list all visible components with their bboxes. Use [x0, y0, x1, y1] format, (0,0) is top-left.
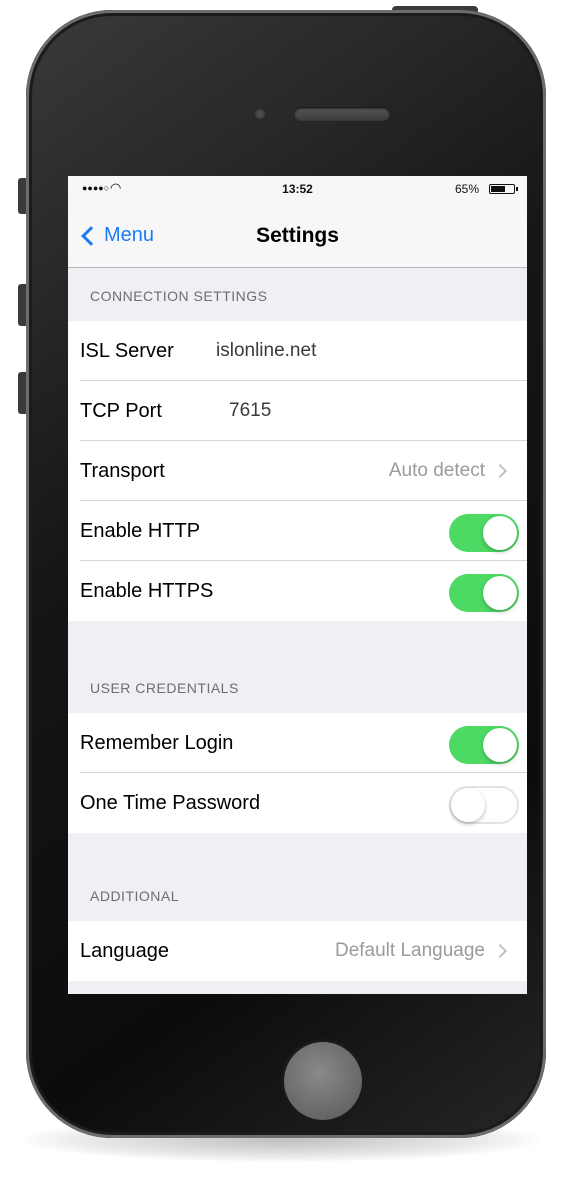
- isl-server-label: ISL Server: [80, 340, 174, 362]
- one-time-password-row: One Time Password: [68, 773, 527, 833]
- section-header-additional: ADDITIONAL: [90, 888, 180, 904]
- enable-https-row: Enable HTTPS: [68, 561, 527, 621]
- home-button[interactable]: [284, 1042, 362, 1120]
- toggle-knob: [451, 788, 485, 822]
- language-value: Default Language: [334, 940, 485, 961]
- status-bar: ●●●●○ ◠ 13:52 65%: [68, 176, 527, 202]
- enable-https-label: Enable HTTPS: [80, 580, 214, 602]
- enable-http-toggle[interactable]: [449, 514, 519, 552]
- isl-server-row[interactable]: ISL Server islonline.net: [68, 321, 527, 381]
- enable-http-row: Enable HTTP: [68, 501, 527, 561]
- remember-login-toggle[interactable]: [449, 726, 519, 764]
- transport-value: Auto detect: [388, 460, 485, 481]
- front-camera: [254, 108, 266, 120]
- one-time-password-label: One Time Password: [80, 792, 261, 814]
- enable-https-toggle[interactable]: [449, 574, 519, 612]
- transport-label: Transport: [80, 460, 165, 482]
- language-row[interactable]: Language Default Language: [68, 921, 527, 981]
- chevron-right-icon: [492, 943, 508, 959]
- language-label: Language: [80, 940, 169, 962]
- battery-percent: 65%: [454, 182, 479, 196]
- tcp-port-row[interactable]: TCP Port 7615: [68, 381, 527, 441]
- toggle-knob: [483, 576, 517, 610]
- one-time-password-toggle[interactable]: [449, 786, 519, 824]
- page-title: Settings: [256, 224, 339, 247]
- remember-login-label: Remember Login: [80, 732, 234, 754]
- toggle-knob: [483, 516, 517, 550]
- tcp-port-field[interactable]: 7615: [229, 400, 271, 422]
- navigation-bar: Menu Settings: [68, 202, 527, 268]
- toggle-knob: [483, 728, 517, 762]
- section-header-connection: CONNECTION SETTINGS: [90, 288, 268, 304]
- section-header-credentials: USER CREDENTIALS: [90, 680, 239, 696]
- tcp-port-label: TCP Port: [80, 400, 162, 422]
- phone-screen: ●●●●○ ◠ 13:52 65% Menu Settings CONNECTI…: [68, 176, 527, 994]
- earpiece-speaker: [294, 107, 390, 121]
- transport-row[interactable]: Transport Auto detect: [68, 441, 527, 501]
- enable-http-label: Enable HTTP: [80, 520, 201, 542]
- battery-level: [491, 186, 505, 192]
- remember-login-row: Remember Login: [68, 713, 527, 773]
- battery-icon: [489, 184, 518, 194]
- chevron-right-icon: [492, 463, 508, 479]
- isl-server-field[interactable]: islonline.net: [216, 340, 316, 362]
